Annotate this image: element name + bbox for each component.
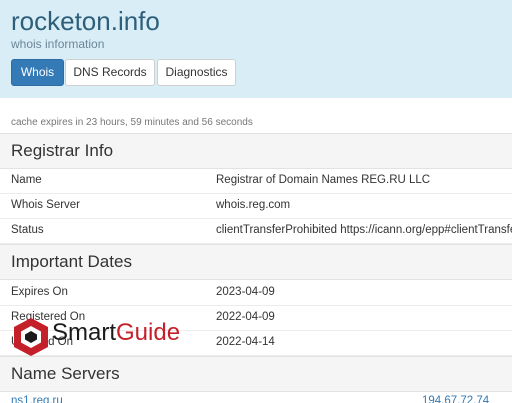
page-subtitle: whois information <box>11 37 105 51</box>
cache-expiry-note: cache expires in 23 hours, 59 minutes an… <box>11 117 253 128</box>
table-row: Expires On 2023-04-09 <box>0 280 512 306</box>
row-value: whois.reg.com <box>216 199 291 211</box>
table-row: Status clientTransferProhibited https://… <box>0 218 512 244</box>
section-title: Registrar Info <box>11 141 114 160</box>
table-row: Name Registrar of Domain Names REG.RU LL… <box>0 168 512 194</box>
section-title: Name Servers <box>11 364 120 383</box>
tab-whois[interactable]: Whois <box>11 59 64 86</box>
row-value: clientTransferProhibited https://icann.o… <box>216 224 512 236</box>
section-title: Important Dates <box>11 252 132 271</box>
row-key: Expires On <box>11 286 68 298</box>
tab-diagnostics[interactable]: Diagnostics <box>157 59 236 86</box>
row-key: Status <box>11 224 44 236</box>
row-value: 2023-04-09 <box>216 286 275 298</box>
section-heading-dates: Important Dates <box>0 244 512 280</box>
table-row: Whois Server whois.reg.com <box>0 193 512 219</box>
row-value: 2022-04-14 <box>216 336 275 348</box>
section-heading-registrar: Registrar Info <box>0 133 512 169</box>
nameserver-ip-link[interactable]: 194.67.72.74 <box>422 392 489 403</box>
smartguide-logo-icon <box>14 318 48 356</box>
smartguide-wordmark: SmartGuide <box>52 319 181 346</box>
row-key: Whois Server <box>11 199 81 211</box>
section-heading-nameservers: Name Servers <box>0 356 512 392</box>
page-title: rocketon.info <box>11 6 160 36</box>
page-header: rocketon.info whois information Whois DN… <box>0 0 512 98</box>
tab-dns-records[interactable]: DNS Records <box>65 59 155 86</box>
row-key: Name <box>11 174 42 186</box>
table-row: ns1.reg.ru 194.67.72.74 <box>0 392 512 403</box>
nameserver-host-link[interactable]: ns1.reg.ru <box>11 392 63 403</box>
row-value: Registrar of Domain Names REG.RU LLC <box>216 174 431 186</box>
smartguide-watermark: SmartGuide <box>12 317 198 357</box>
row-value: 2022-04-09 <box>216 311 275 323</box>
